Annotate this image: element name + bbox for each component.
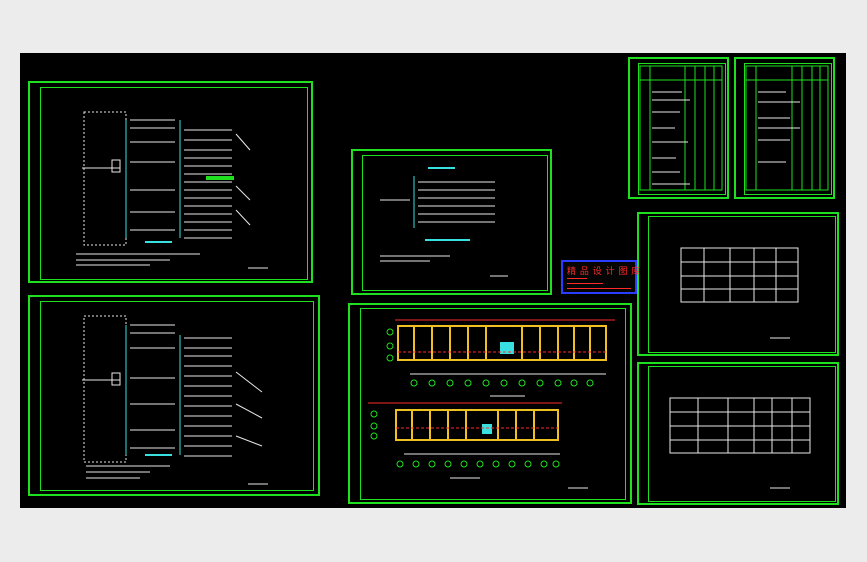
schematic-3: [380, 167, 508, 277]
schematic-1: [76, 111, 268, 269]
watermark-title: 精 品 设 计 图 库: [567, 267, 641, 277]
watermark-line: [567, 283, 603, 284]
floor-plan-lower: [368, 402, 588, 489]
watermark-line: [567, 288, 631, 289]
floor-plan-upper: [386, 319, 615, 397]
drawing-content: [76, 65, 829, 489]
watermark-line: [567, 278, 587, 279]
schedule-table-1: [680, 247, 799, 339]
schematic-2: [82, 315, 268, 485]
schedule-table-2: [669, 397, 811, 489]
watermark-stamp: 精 品 设 计 图 库: [561, 260, 640, 294]
